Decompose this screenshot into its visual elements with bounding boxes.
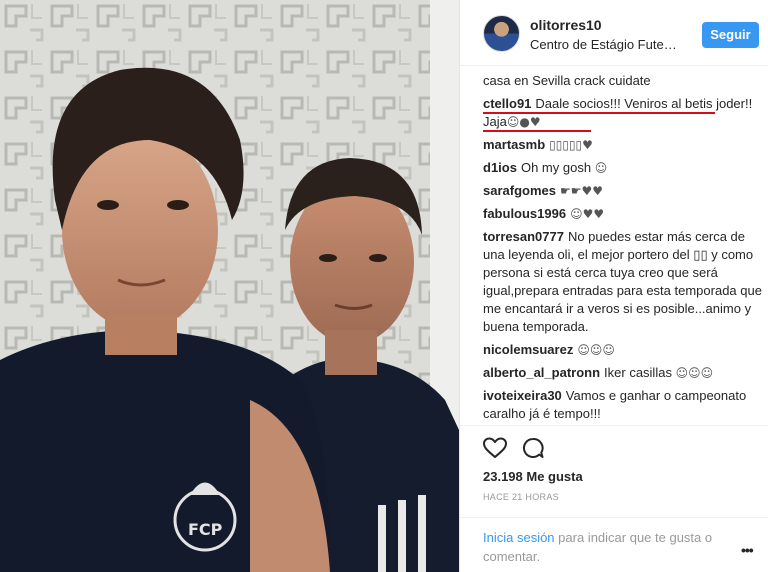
comment-username[interactable]: nicolemsuarez — [483, 342, 573, 357]
comment-emoji: ☺♥♥ — [570, 207, 605, 221]
comment-item: ivoteixeira30 Vamos e ganhar o campeonato… — [483, 387, 763, 423]
post-timestamp[interactable]: HACE 21 HORAS — [483, 492, 559, 502]
comment-item: fabulous1996 ☺♥♥ — [483, 205, 763, 223]
comment-text: casa en Sevilla crack cuidate — [483, 73, 651, 88]
comment-emoji: ☺●♥ — [506, 115, 541, 129]
comment-username[interactable]: ivoteixeira30 — [483, 388, 562, 403]
comment-username[interactable]: torresan0777 — [483, 229, 564, 244]
comment-item: nicolemsuarez ☺☺☺ — [483, 341, 763, 359]
follow-button[interactable]: Seguir — [702, 22, 759, 48]
post-actions: 23.198 Me gusta HACE 21 HORAS Inicia ses… — [460, 425, 768, 572]
comment-item: martasmb ▯▯▯▯▯♥ — [483, 136, 763, 154]
post-side-panel: olitorres10 Centro de Estágio Fute… Segu… — [459, 0, 768, 572]
post-photo-image: NB NB FCP — [0, 0, 459, 572]
comment-item: sarafgomes ☛☛♥♥ — [483, 182, 763, 200]
highlight-underline — [483, 112, 715, 114]
comment-item-highlighted: ctello91 Daale socios!!! Veniros al betis… — [483, 95, 763, 132]
likes-count[interactable]: 23.198 Me gusta — [483, 469, 583, 484]
comment-text: Oh my gosh — [520, 160, 592, 175]
comment-username[interactable]: martasmb — [483, 137, 545, 152]
comment-username[interactable]: alberto_al_patronn — [483, 365, 600, 380]
comment-text: No puedes estar más cerca de una leyenda… — [483, 229, 762, 334]
comment-username[interactable]: fabulous1996 — [483, 206, 566, 221]
more-options-icon[interactable]: ••• — [741, 542, 754, 558]
comment-emoji: ☛☛♥♥ — [559, 184, 604, 198]
login-prompt-text: Inicia sesión para indicar que te gusta … — [483, 528, 733, 566]
comment-icon[interactable] — [522, 437, 544, 459]
comment-username[interactable]: ctello91 — [483, 96, 531, 111]
post-photo: NB NB FCP — [0, 0, 459, 572]
comment-item: d1ios Oh my gosh ☺ — [483, 159, 763, 177]
highlight-underline — [483, 130, 591, 132]
username[interactable]: olitorres10 — [530, 17, 602, 33]
comment-username[interactable]: d1ios — [483, 160, 517, 175]
comment-item: torresan0777 No puedes estar más cerca de… — [483, 228, 763, 336]
login-prompt: Inicia sesión para indicar que te gusta … — [460, 517, 768, 572]
comment-item: casa en Sevilla crack cuidate — [483, 72, 763, 90]
avatar[interactable] — [483, 15, 520, 52]
comment-emoji: ☺☺☺ — [577, 343, 615, 357]
svg-text:FCP: FCP — [188, 520, 223, 539]
comment-item: alberto_al_patronn Iker casillas ☺☺☺ — [483, 364, 763, 382]
comment-emoji: ☺ — [594, 161, 608, 175]
comments-list: casa en Sevilla crack cuidate ctello91 Da… — [483, 72, 763, 425]
location-link[interactable]: Centro de Estágio Fute… — [530, 37, 680, 52]
heart-icon[interactable] — [483, 437, 507, 459]
post-header: olitorres10 Centro de Estágio Fute… Segu… — [460, 0, 768, 66]
comment-username[interactable]: sarafgomes — [483, 183, 556, 198]
comment-emoji: ▯▯▯▯▯♥ — [549, 138, 593, 152]
comment-text: Iker casillas — [604, 365, 672, 380]
login-link[interactable]: Inicia sesión — [483, 530, 555, 545]
comment-emoji: ☺☺☺ — [675, 366, 714, 380]
